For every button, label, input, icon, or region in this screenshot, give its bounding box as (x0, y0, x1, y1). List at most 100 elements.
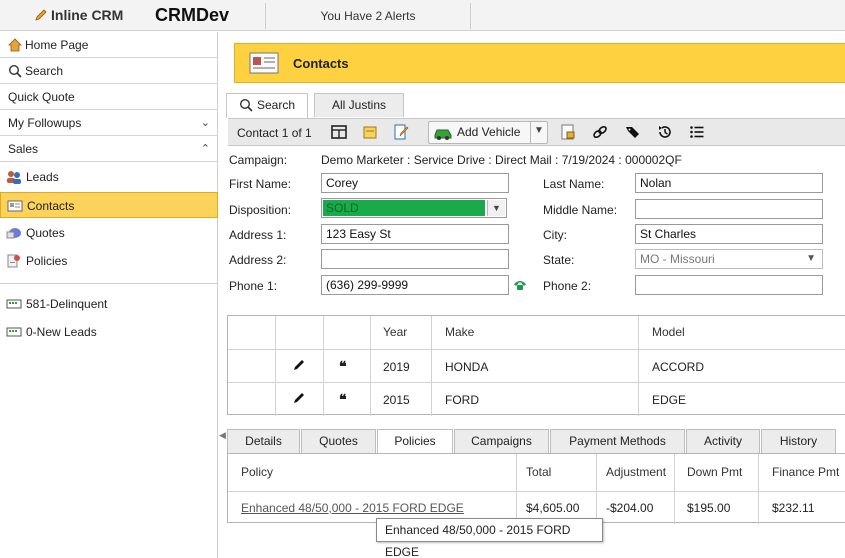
app-logo[interactable]: Inline CRM (34, 7, 123, 23)
column-divider (596, 454, 597, 524)
column-header-make[interactable]: Make (445, 316, 474, 349)
column-header-model[interactable]: Model (652, 316, 685, 349)
chevron-up-icon: ⌃ (200, 143, 210, 155)
first-name-field[interactable]: Corey (321, 173, 509, 193)
sidebar-item-label: Quick Quote (8, 90, 75, 104)
tag-icon[interactable] (625, 124, 641, 140)
address1-label: Address 1: (229, 228, 287, 242)
column-divider (674, 454, 675, 524)
search-icon (8, 64, 22, 78)
disposition-select[interactable]: SOLD ▼ (321, 198, 507, 218)
column-header-adjustment[interactable]: Adjustment (606, 454, 666, 491)
tab-all-justins[interactable]: All Justins (314, 93, 404, 117)
phone-icon[interactable] (513, 279, 527, 291)
address2-field[interactable] (321, 249, 509, 269)
city-field[interactable]: St Charles (635, 224, 823, 244)
vehicle-model: ACCORD (652, 360, 705, 374)
middle-name-field[interactable] (635, 199, 823, 219)
edit-document-icon[interactable] (393, 124, 409, 140)
vehicle-year: 2019 (383, 360, 410, 374)
sidebar-item-quick-quote[interactable]: Quick Quote (0, 84, 218, 110)
link-icon[interactable] (592, 124, 608, 140)
sidebar-item-policies[interactable]: Policies (0, 248, 218, 274)
sidebar-item-home[interactable]: Home Page (0, 32, 218, 58)
chevron-down-icon[interactable]: ▼ (534, 125, 544, 136)
tab-history[interactable]: History (761, 429, 836, 453)
campaign-label: Campaign: (229, 153, 288, 167)
phone1-field[interactable]: (636) 299-9999 (321, 275, 509, 295)
document-lock-icon[interactable] (560, 124, 576, 140)
phone2-field[interactable] (635, 275, 823, 295)
page-title: Contacts (293, 56, 349, 71)
column-header-policy[interactable]: Policy (241, 454, 273, 491)
search-icon (239, 98, 253, 112)
tab-campaigns[interactable]: Campaigns (454, 429, 549, 453)
tab-activity[interactable]: Activity (686, 429, 760, 453)
sidebar-item-quotes[interactable]: Quotes (0, 220, 218, 246)
column-header-total[interactable]: Total (526, 454, 551, 491)
policies-table: Policy Total Adjustment Down Pmt Finance… (227, 453, 845, 524)
tab-policies[interactable]: Policies (377, 429, 453, 454)
column-divider (323, 316, 324, 416)
sidebar-divider (0, 283, 218, 284)
vehicle-model: EDGE (652, 393, 687, 407)
chevron-down-icon: ▼ (806, 253, 816, 264)
column-header-down-pmt[interactable]: Down Pmt (687, 454, 742, 491)
alerts-link[interactable]: You Have 2 Alerts (265, 3, 471, 29)
state-select[interactable]: MO - Missouri ▼ (635, 249, 823, 269)
tab-details[interactable]: Details (227, 429, 300, 453)
tab-payment-methods[interactable]: Payment Methods (550, 429, 685, 453)
policy-adjustment: -$204.00 (606, 501, 654, 515)
column-header-finance-pmt[interactable]: Finance Pmt (772, 454, 839, 491)
campaign-value: Demo Marketer : Service Drive : Direct M… (321, 153, 682, 167)
policy-finance-pmt: $232.11 (772, 501, 815, 515)
policy-link[interactable]: Enhanced 48/50,000 - 2015 FORD EDGE (241, 501, 464, 515)
sidebar-item-leads[interactable]: Leads (0, 164, 218, 190)
policies-icon (7, 254, 20, 268)
edit-pencil-icon[interactable] (292, 391, 306, 405)
sidebar-item-search[interactable]: Search (0, 58, 218, 84)
sidebar-list-new-leads[interactable]: 0-New Leads (0, 319, 218, 345)
sidebar-item-followups[interactable]: My Followups ⌄ (0, 110, 218, 136)
column-divider (431, 316, 432, 416)
pencil-icon (35, 9, 47, 21)
phone1-label: Phone 1: (229, 279, 278, 293)
sidebar-item-label: Policies (26, 254, 68, 268)
edit-pencil-icon[interactable] (292, 358, 306, 372)
quote-icon[interactable]: ❝ (339, 391, 347, 408)
column-divider (758, 454, 759, 524)
column-divider (516, 454, 517, 524)
chevron-down-icon[interactable]: ▼ (487, 200, 505, 216)
toolbar: Contact 1 of 1 Add Vehicle ▼ (228, 118, 845, 146)
grid-icon[interactable] (331, 124, 347, 140)
vehicle-make: HONDA (445, 360, 489, 374)
list-view-icon[interactable] (689, 124, 705, 140)
top-bar: Inline CRM CRMDev You Have 2 Alerts (0, 0, 845, 31)
sidebar-item-contacts[interactable]: Contacts (0, 192, 218, 218)
column-divider (275, 316, 276, 416)
note-icon[interactable] (362, 124, 378, 140)
add-vehicle-button[interactable]: Add Vehicle ▼ (428, 121, 548, 144)
list-icon (6, 299, 22, 309)
vehicle-year: 2015 (383, 393, 410, 407)
sidebar-item-label: Leads (26, 170, 59, 184)
sidebar-item-label: Home Page (25, 38, 89, 52)
history-icon[interactable] (657, 124, 673, 140)
sidebar-list-delinquent[interactable]: 581-Delinquent (0, 291, 218, 317)
phone2-label: Phone 2: (543, 279, 592, 293)
collapse-arrow-icon[interactable]: ◀ (219, 430, 226, 441)
environment-name: CRMDev (155, 5, 230, 25)
sidebar-item-label: Contacts (27, 199, 75, 213)
last-name-field[interactable]: Nolan (635, 173, 823, 193)
column-header-year[interactable]: Year (383, 316, 407, 349)
vehicles-table: Year Make Model ❝ 2019 HONDA ACCORD ❝ 20… (227, 315, 845, 416)
logo-text: Inline CRM (51, 7, 124, 23)
address1-field[interactable]: 123 Easy St (321, 224, 509, 244)
first-name-label: First Name: (229, 177, 292, 191)
address2-label: Address 2: (229, 253, 287, 267)
sidebar-section-sales[interactable]: Sales ⌃ (0, 136, 218, 162)
tab-quotes[interactable]: Quotes (301, 429, 376, 453)
quote-icon[interactable]: ❝ (339, 358, 347, 375)
tab-search[interactable]: Search (226, 93, 308, 118)
contact-card-icon (7, 200, 23, 212)
